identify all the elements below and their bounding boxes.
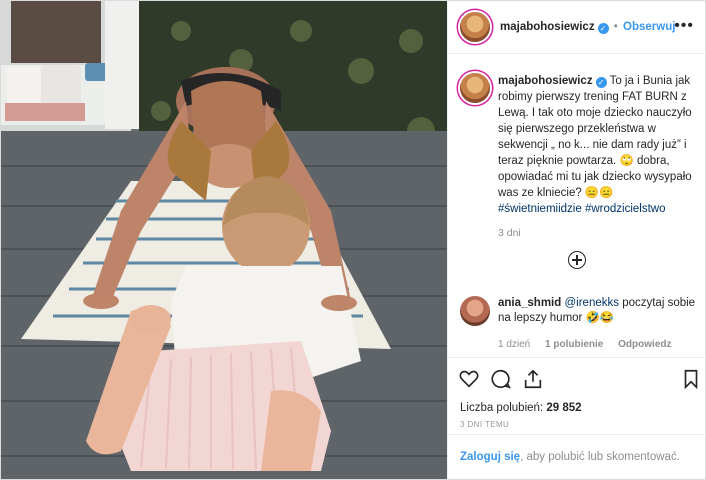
- author-username[interactable]: majabohosiewicz: [500, 21, 595, 33]
- comment-mention[interactable]: @irenekks: [564, 297, 619, 309]
- header-line: majabohosiewicz ✓ • Obserwuj: [500, 21, 675, 34]
- post-time-ago[interactable]: 3 DNI TEMU: [460, 420, 509, 429]
- caption-text: To ja i Bunia jak robimy pierwszy trenin…: [498, 75, 692, 199]
- caption-verified-badge-icon: ✓: [595, 77, 607, 88]
- hashtag-link[interactable]: #wrodzicielstwo: [585, 203, 666, 215]
- photo-illustration: [1, 1, 447, 479]
- follow-button[interactable]: Obserwuj: [623, 21, 675, 33]
- author-avatar[interactable]: [460, 12, 490, 42]
- bookmark-icon[interactable]: [680, 368, 702, 390]
- verified-badge-icon: ✓: [597, 23, 609, 34]
- post-caption: majabohosiewicz ✓ To ja i Bunia jak robim…: [498, 73, 696, 241]
- post-photo[interactable]: [1, 1, 447, 479]
- post-header: majabohosiewicz ✓ • Obserwuj •••: [448, 1, 706, 54]
- load-more-comments-icon[interactable]: [568, 251, 586, 269]
- heart-icon[interactable]: [458, 368, 480, 390]
- likes-count[interactable]: 29 852: [546, 402, 581, 414]
- commenter-avatar[interactable]: [460, 296, 490, 326]
- likes-summary: Liczba polubień: 29 852: [460, 402, 582, 414]
- post-actions: Liczba polubień: 29 852 3 DNI TEMU Zalog…: [448, 357, 706, 478]
- comment-time[interactable]: 1 dzień: [498, 339, 530, 350]
- likes-label: Liczba polubień:: [460, 402, 544, 414]
- hashtag-link[interactable]: #świetniemiidzie: [498, 203, 582, 215]
- comment-username[interactable]: ania_shmid: [498, 297, 561, 309]
- login-rest: , aby polubić lub skomentować.: [520, 451, 680, 463]
- login-link[interactable]: Zaloguj się: [460, 451, 520, 463]
- comment-icon[interactable]: [490, 368, 512, 390]
- more-options-icon[interactable]: •••: [674, 17, 694, 35]
- comment-likes[interactable]: 1 polubienie: [545, 339, 603, 350]
- login-prompt: Zaloguj się, aby polubić lub skomentować…: [448, 434, 706, 479]
- login-text: Zaloguj się, aby polubić lub skomentować…: [460, 451, 680, 463]
- caption-avatar[interactable]: [460, 73, 490, 103]
- comment-meta: 1 dzień 1 polubienie Odpowiedz: [498, 339, 703, 350]
- post-frame: majabohosiewicz ✓ • Obserwuj ••• majaboho…: [0, 0, 706, 480]
- share-icon[interactable]: [522, 368, 544, 390]
- header-separator: •: [613, 21, 618, 33]
- post-panel: majabohosiewicz ✓ • Obserwuj ••• majaboho…: [447, 1, 706, 479]
- reply-button[interactable]: Odpowiedz: [618, 339, 671, 350]
- comment-item: ania_shmid @irenekks poczytaj sobie na l…: [498, 296, 696, 326]
- caption-username[interactable]: majabohosiewicz: [498, 75, 593, 87]
- caption-time[interactable]: 3 dni: [498, 225, 696, 241]
